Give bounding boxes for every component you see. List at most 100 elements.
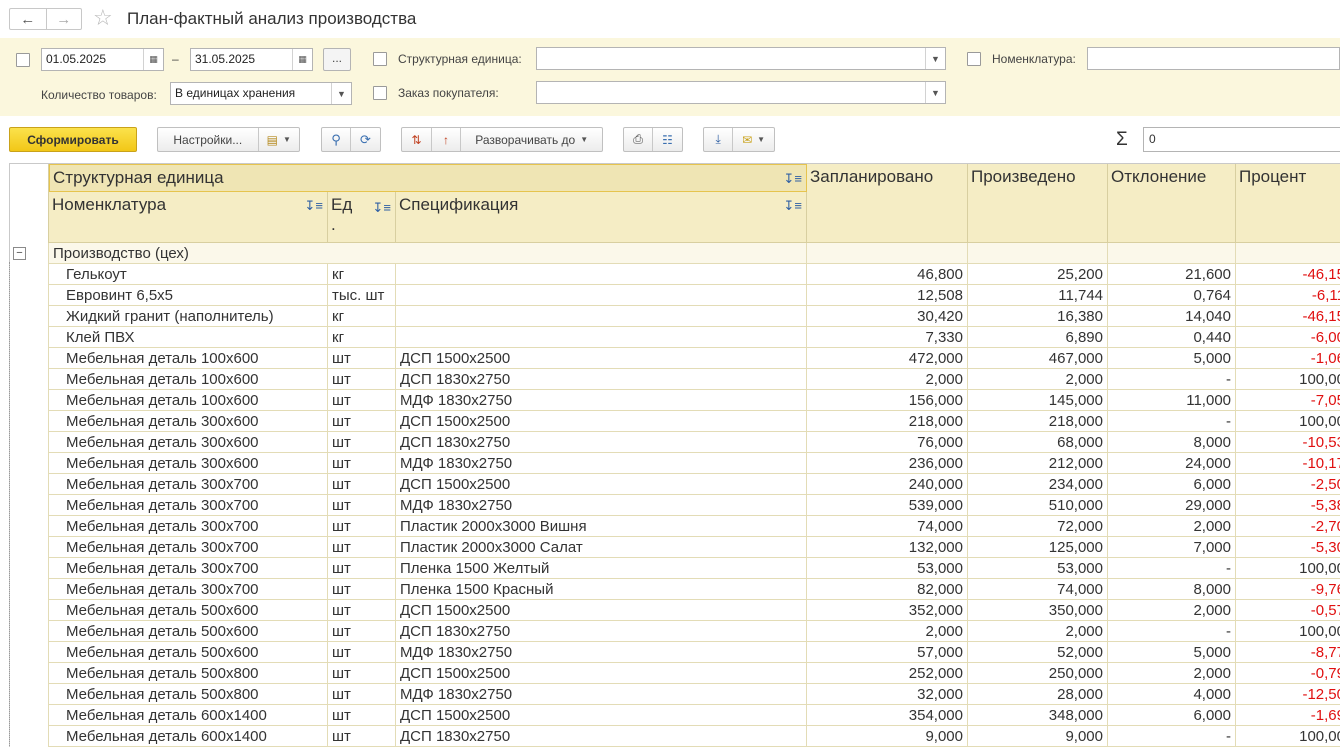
variant-button[interactable]: ▤ ▼ xyxy=(259,128,299,151)
save-button[interactable]: ⤓ xyxy=(704,128,734,151)
search-group: ⚲ ⟳ xyxy=(321,127,381,152)
header-percent[interactable]: Процент xyxy=(1236,164,1340,243)
table-row[interactable]: Мебельная деталь 300х600 шт ДСП 1830х2750 7… xyxy=(10,432,1340,453)
cell-nomenclature: Мебельная деталь 300х600 xyxy=(49,432,328,453)
table-row[interactable]: Мебельная деталь 300х700 шт Пленка 1500 Же… xyxy=(10,558,1340,579)
struct-unit-checkbox[interactable] xyxy=(373,52,387,66)
cell-unit: шт xyxy=(328,705,396,726)
table-row[interactable]: Мебельная деталь 500х600 шт МДФ 1830х2750 5… xyxy=(10,642,1340,663)
header-spec-label: Спецификация xyxy=(399,195,519,214)
star-icon[interactable]: ☆ xyxy=(93,6,113,30)
print-button[interactable]: ⎙ xyxy=(624,128,654,151)
preview-button[interactable]: ☷ xyxy=(653,128,682,151)
table-row[interactable]: Клей ПВХкг 7,3306,8900,440-6,00 xyxy=(10,327,1340,348)
back-arrow-icon[interactable]: ← xyxy=(10,9,46,29)
generate-button[interactable]: Сформировать xyxy=(9,127,137,152)
table-row[interactable]: Мебельная деталь 300х700 шт ДСП 1500х2500 2… xyxy=(10,474,1340,495)
chevron-down-icon: ▼ xyxy=(757,135,766,144)
cell-unit: шт xyxy=(328,495,396,516)
qty-select[interactable]: В единицах хранения ▼ xyxy=(170,82,352,105)
header-deviation[interactable]: Отклонение xyxy=(1108,164,1236,243)
sort-icon[interactable]: ↧≡ xyxy=(305,198,323,214)
cell-planned: 539,000 xyxy=(807,495,968,516)
date-to-field[interactable]: 31.05.2025 ▦ xyxy=(190,48,313,71)
collapse-button[interactable]: ⇅ xyxy=(402,128,432,151)
send-button[interactable]: ✉ ▼ xyxy=(733,128,774,151)
table-row[interactable]: Мебельная деталь 600х1400 шт ДСП 1830х2750… xyxy=(10,726,1340,747)
expand-button[interactable]: ↑ xyxy=(432,128,462,151)
cell-spec: ДСП 1830х2750 xyxy=(396,369,807,390)
group-produced xyxy=(968,243,1108,264)
search-next-icon: ⟳ xyxy=(360,131,371,147)
date-from-field[interactable]: 01.05.2025 ▦ xyxy=(41,48,164,71)
toolbar: Сформировать Настройки... ▤ ▼ ⚲ ⟳ ⇅ ↑ Раз… xyxy=(0,124,1340,156)
table-row[interactable]: Мебельная деталь 500х800 шт МДФ 1830х2750 3… xyxy=(10,684,1340,705)
table-row[interactable]: Жидкий гранит (наполнитель) кг 30,420 16,38… xyxy=(10,306,1340,327)
order-field[interactable]: ▼ xyxy=(536,81,946,104)
cell-produced: 510,000 xyxy=(968,495,1108,516)
chevron-down-icon[interactable]: ▼ xyxy=(925,82,945,103)
cell-produced: 25,200 xyxy=(968,264,1108,285)
collapse-tree-icon[interactable]: − xyxy=(13,247,26,260)
cell-unit: шт xyxy=(328,474,396,495)
group-row[interactable]: − Производство (цех) xyxy=(10,243,1340,264)
struct-unit-field[interactable]: ▼ xyxy=(536,47,946,70)
table-row[interactable]: Мебельная деталь 300х700 шт МДФ 1830х2750 5… xyxy=(10,495,1340,516)
period-checkbox[interactable] xyxy=(16,53,30,67)
period-select-button[interactable]: ... xyxy=(323,48,351,71)
table-row[interactable]: Мебельная деталь 500х600 шт ДСП 1500х2500 3… xyxy=(10,600,1340,621)
cell-planned: 53,000 xyxy=(807,558,968,579)
cell-percent: -1,69 xyxy=(1236,705,1340,726)
cell-deviation: - xyxy=(1108,558,1236,579)
settings-group: Настройки... ▤ ▼ xyxy=(157,127,300,152)
chevron-down-icon[interactable]: ▼ xyxy=(331,83,351,104)
header-spec[interactable]: Спецификация ↧≡ xyxy=(396,192,807,243)
sort-icon[interactable]: ↧≡ xyxy=(784,198,802,214)
table-row[interactable]: Мебельная деталь 600х1400 шт ДСП 1500х2500… xyxy=(10,705,1340,726)
order-checkbox[interactable] xyxy=(373,86,387,100)
sort-icon[interactable]: ↧≡ xyxy=(784,171,802,187)
expand-to-button[interactable]: Разворачивать до ▼ xyxy=(461,128,602,151)
cell-nomenclature: Мебельная деталь 600х1400 xyxy=(49,705,328,726)
row-gutter xyxy=(10,474,49,495)
table-row[interactable]: Мебельная деталь 500х600 шт ДСП 1830х2750 2… xyxy=(10,621,1340,642)
cell-planned: 2,000 xyxy=(807,369,968,390)
table-row[interactable]: Мебельная деталь 300х600 шт ДСП 1500х2500 2… xyxy=(10,411,1340,432)
cell-percent: 100,00 xyxy=(1236,369,1340,390)
group-deviation xyxy=(1108,243,1236,264)
calendar-icon[interactable]: ▦ xyxy=(143,49,163,70)
table-row[interactable]: Мебельная деталь 100х600 шт ДСП 1500х2500 4… xyxy=(10,348,1340,369)
cell-planned: 132,000 xyxy=(807,537,968,558)
header-nomenclature[interactable]: Номенклатура ↧≡ xyxy=(49,192,328,243)
table-row[interactable]: Мебельная деталь 300х600 шт МДФ 1830х2750 2… xyxy=(10,453,1340,474)
chevron-down-icon[interactable]: ▼ xyxy=(925,48,945,69)
table-row[interactable]: Мебельная деталь 300х700 шт Пленка 1500 Кр… xyxy=(10,579,1340,600)
header-unit[interactable]: Ед. ↧≡ xyxy=(328,192,396,243)
search-next-button[interactable]: ⟳ xyxy=(351,128,380,151)
nomenclature-checkbox[interactable] xyxy=(967,52,981,66)
table-row[interactable]: Мебельная деталь 300х700 шт Пластик 2000х3… xyxy=(10,516,1340,537)
sort-icon[interactable]: ↧≡ xyxy=(373,198,391,218)
table-row[interactable]: Мебельная деталь 300х700 шт Пластик 2000х3… xyxy=(10,537,1340,558)
table-row[interactable]: Мебельная деталь 100х600 шт МДФ 1830х2750 1… xyxy=(10,390,1340,411)
order-label: Заказ покупателя: xyxy=(398,86,499,100)
date-to-value: 31.05.2025 xyxy=(195,52,256,66)
cell-deviation: 6,000 xyxy=(1108,705,1236,726)
forward-arrow-icon[interactable]: → xyxy=(45,9,82,29)
nomenclature-field[interactable] xyxy=(1087,47,1340,70)
header-planned[interactable]: Запланировано xyxy=(807,164,968,243)
table-row[interactable]: Евровинт 6,5x5 тыс. шт 12,508 11,744 0,764 -6… xyxy=(10,285,1340,306)
cell-spec: ДСП 1500х2500 xyxy=(396,600,807,621)
calendar-icon[interactable]: ▦ xyxy=(292,49,312,70)
cell-deviation: 2,000 xyxy=(1108,663,1236,684)
cell-spec xyxy=(396,306,807,327)
header-produced[interactable]: Произведено xyxy=(968,164,1108,243)
row-gutter xyxy=(10,726,49,747)
cell-nomenclature: Мебельная деталь 300х700 xyxy=(49,579,328,600)
search-button[interactable]: ⚲ xyxy=(322,128,352,151)
header-struct-unit[interactable]: Структурная единица ↧≡ xyxy=(49,164,807,192)
table-row[interactable]: Гелькоуткг 46,80025,20021,600-46,15 xyxy=(10,264,1340,285)
table-row[interactable]: Мебельная деталь 100х600 шт ДСП 1830х2750 2… xyxy=(10,369,1340,390)
table-row[interactable]: Мебельная деталь 500х800 шт ДСП 1500х2500 2… xyxy=(10,663,1340,684)
settings-button[interactable]: Настройки... xyxy=(158,128,259,151)
